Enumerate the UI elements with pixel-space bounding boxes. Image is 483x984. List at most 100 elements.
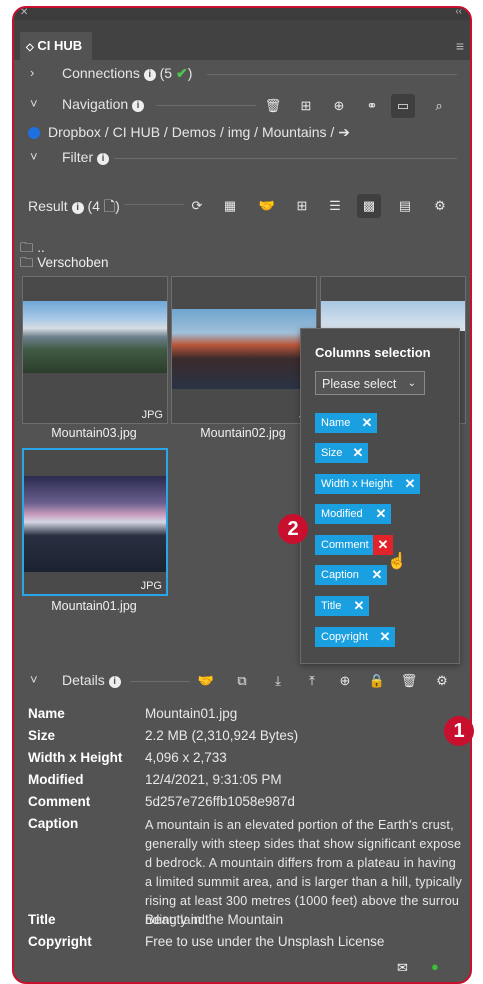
divider (114, 158, 457, 159)
select-placeholder: Please select (322, 377, 397, 391)
remove-tag-icon[interactable]: ✕ (402, 474, 418, 494)
info-icon: i (108, 676, 121, 688)
connections-count: (5 (159, 65, 173, 81)
list-view-icon[interactable]: ☰ (323, 194, 347, 218)
ci-hub-panel: ✕ ‹‹ ◇ CI HUB ≡ › Connections i (5 ✔) ˅ … (12, 6, 472, 984)
card-view-icon[interactable]: ▤ (393, 194, 417, 218)
thumbnail-mountain01-selected[interactable]: JPG (22, 448, 168, 596)
panel-titlebar: ✕ ‹‹ (14, 8, 470, 20)
check-icon: ✔ (175, 65, 188, 81)
mail-icon[interactable]: ✉ (397, 960, 408, 976)
connections-text: Connections (62, 65, 140, 81)
chevron-down-icon[interactable]: ˅ (30, 672, 38, 687)
info-icon: i (71, 202, 84, 214)
table-icon[interactable]: ▦ (218, 194, 242, 218)
column-tag-caption: Caption ✕ (315, 565, 387, 585)
folder-item[interactable]: 🗀 Verschoben (20, 253, 109, 276)
remove-tag-icon[interactable]: ✕ (369, 565, 385, 585)
detail-value: 4,096 x 2,733 (145, 750, 227, 765)
filter-row[interactable]: ˅ Filter i (14, 149, 470, 173)
detail-label: Modified (28, 772, 84, 787)
open-external-icon[interactable]: ⧉ (230, 669, 254, 693)
file-ext: JPG (140, 580, 162, 592)
detail-label: Width x Height (28, 750, 123, 765)
zoom-icon[interactable]: ⊕ (327, 94, 351, 118)
callout-badge-1: 1 (444, 716, 474, 746)
close-icon[interactable]: ✕ (20, 8, 28, 18)
document-icon: 🗋 (103, 198, 116, 214)
thumbnail-mountain03[interactable]: JPG (22, 276, 168, 424)
link-icon[interactable]: ⚭ (360, 94, 384, 118)
columns-selection-popup: Columns selection Please select ⌄ Name ✕… (300, 328, 460, 664)
divider (124, 204, 184, 205)
connections-row[interactable]: › Connections i (5 ✔) (14, 65, 470, 89)
info-icon: i (132, 100, 145, 112)
trash-icon[interactable]: 🗑 (397, 669, 421, 693)
grid-view-icon[interactable]: ▩ (357, 194, 381, 218)
tab-label: CI HUB (37, 38, 83, 53)
thumbnail-label: Mountain02.jpg (200, 426, 286, 440)
tab-ci-hub[interactable]: ◇ CI HUB (20, 32, 92, 60)
user-status-icon[interactable]: ● (431, 959, 439, 974)
chevron-down-icon: ⌄ (407, 378, 416, 389)
folder-name: Verschoben (37, 255, 109, 270)
folder-icon: 🗀 (20, 255, 34, 270)
pointer-cursor-icon: ☝ (387, 553, 407, 570)
chevron-right-icon[interactable]: › (30, 65, 34, 80)
filter-text: Filter (62, 149, 94, 165)
detail-label: Copyright (28, 934, 92, 949)
zoom-icon[interactable]: ⊕ (333, 669, 357, 693)
column-tag-title: Title ✕ (315, 596, 369, 616)
tag-label: Copyright (321, 631, 369, 643)
info-icon: i (97, 153, 110, 165)
add-square-icon[interactable]: ⊞ (290, 194, 314, 218)
handshake-icon[interactable]: 🤝 (194, 669, 218, 693)
divider (156, 105, 256, 106)
tag-label: Width x Height (321, 478, 393, 490)
trash-icon[interactable]: 🗑 (261, 94, 285, 118)
tag-label: Caption (321, 569, 359, 581)
column-tag-width-height: Width x Height ✕ (315, 474, 420, 494)
remove-tag-icon[interactable]: ✕ (359, 413, 375, 433)
result-row: Result i (4 🗋) ⟳ ▦ 🤝 ⊞ ☰ ▩ ▤ ⚙ (14, 190, 470, 220)
collapse-icon[interactable]: ‹‹ (455, 8, 462, 17)
tab-bar: ◇ CI HUB ≡ (14, 20, 470, 60)
detail-value: Mountain01.jpg (145, 706, 238, 721)
detail-label: Caption (28, 816, 79, 831)
download-icon[interactable]: ⤓ (266, 669, 290, 693)
remove-tag-icon[interactable]: ✕ (377, 627, 393, 647)
thumbnail-mountain02[interactable]: JP (171, 276, 317, 424)
panel-menu-icon[interactable]: ≡ (456, 38, 464, 54)
details-row[interactable]: ˅ Details i 🤝 ⧉ ⤓ ⤒ ⊕ 🔒 🗑 ⚙ (14, 668, 470, 694)
filter-label: Filter i (62, 149, 110, 165)
remove-tag-icon[interactable]: ✕ (373, 504, 389, 524)
chevron-down-icon[interactable]: ˅ (30, 96, 38, 111)
detail-value: 5d257e726ffb1058e987d (145, 794, 295, 809)
chevron-down-icon[interactable]: ˅ (30, 149, 38, 164)
breadcrumb-path[interactable]: Dropbox / CI HUB / Demos / img / Mountai… (48, 124, 350, 141)
upload-icon[interactable]: ⤒ (300, 669, 324, 693)
detail-label: Title (28, 912, 56, 927)
columns-select-dropdown[interactable]: Please select ⌄ (315, 371, 425, 395)
search-icon[interactable]: ⌕ (427, 94, 451, 118)
folder-icon[interactable]: ▭ (391, 94, 415, 118)
lock-icon[interactable]: 🔒 (365, 669, 389, 693)
popup-title: Columns selection (315, 345, 431, 360)
settings-gear-icon[interactable]: ⚙ (430, 669, 454, 693)
detail-value: 2.2 MB (2,310,924 Bytes) (145, 728, 299, 743)
handshake-icon[interactable]: 🤝 (255, 194, 279, 218)
add-square-icon[interactable]: ⊞ (294, 94, 318, 118)
refresh-icon[interactable]: ⟳ (185, 194, 209, 218)
column-tag-size: Size ✕ (315, 443, 368, 463)
settings-gear-icon[interactable]: ⚙ (428, 194, 452, 218)
chevron-icon: ◇ (26, 42, 34, 53)
detail-label: Size (28, 728, 56, 743)
thumbnail-label: Mountain01.jpg (51, 599, 137, 613)
remove-tag-icon[interactable]: ✕ (351, 596, 367, 616)
column-tag-modified: Modified ✕ (315, 504, 391, 524)
tag-label: Size (321, 447, 343, 459)
column-tag-comment: Comment ✕ (315, 535, 393, 555)
navigation-row[interactable]: ˅ Navigation i 🗑 ⊞ ⊕ ⚭ ▭ ⌕ (14, 92, 470, 120)
detail-value: Free to use under the Unsplash License (145, 934, 385, 949)
remove-tag-icon[interactable]: ✕ (350, 443, 366, 463)
